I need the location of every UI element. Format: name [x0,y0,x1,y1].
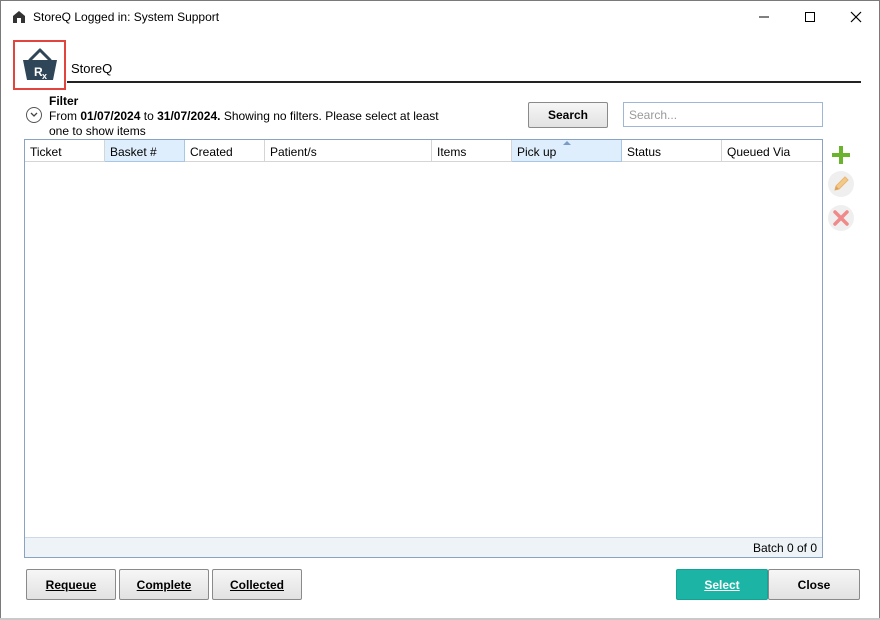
column-header-status[interactable]: Status [622,140,722,162]
svg-text:x: x [42,71,47,81]
filter-prefix: From [49,109,81,123]
column-header-created[interactable]: Created [185,140,265,162]
requeue-button[interactable]: Requeue [26,569,116,600]
sort-ascending-icon [562,141,571,145]
minimize-button[interactable] [741,1,787,33]
minimize-icon [759,16,769,18]
plus-icon [832,146,850,164]
store-icon [13,11,25,23]
prescription-basket-icon: R x [23,48,57,81]
pencil-icon [828,171,854,197]
close-button[interactable]: Close [768,569,860,600]
maximize-button[interactable] [787,1,833,33]
filter-expand-toggle[interactable] [26,107,42,123]
table-header: Ticket Basket # Created Patient/s Items … [25,140,822,163]
column-header-ticket[interactable]: Ticket [25,140,105,162]
close-icon [850,11,862,23]
search-button[interactable]: Search [528,102,608,128]
maximize-icon [805,12,815,22]
table-footer: Batch 0 of 0 [25,537,822,557]
add-button[interactable] [827,141,855,169]
filter-label: Filter [49,94,79,108]
search-input[interactable] [623,102,823,127]
filter-date-to: 31/07/2024. [157,109,221,123]
delete-x-icon [828,205,854,231]
complete-button[interactable]: Complete [119,569,209,600]
column-header-pickup-label: Pick up [517,145,557,159]
column-header-queued-via[interactable]: Queued Via [722,140,822,162]
filter-to-word: to [140,109,158,123]
edit-button[interactable] [827,170,855,198]
close-window-button[interactable] [833,1,879,33]
storeq-window: StoreQ Logged in: System Support R x Sto… [0,0,880,620]
column-header-pickup[interactable]: Pick up [512,140,622,162]
title-bar[interactable]: StoreQ Logged in: System Support [1,1,879,33]
window-title: StoreQ Logged in: System Support [33,10,220,24]
header-divider [67,81,861,83]
select-button[interactable]: Select [676,569,768,600]
storeq-logo-highlight: R x [13,40,66,90]
filter-description: From 01/07/2024 to 31/07/2024. Showing n… [49,109,459,139]
basket-table[interactable]: Ticket Basket # Created Patient/s Items … [24,139,823,558]
delete-button[interactable] [827,204,855,232]
column-header-patients[interactable]: Patient/s [265,140,432,162]
app-title: StoreQ [71,61,113,76]
chevron-down-icon [30,112,38,117]
collected-button[interactable]: Collected [212,569,302,600]
batch-counter: Batch 0 of 0 [752,541,817,555]
column-header-basket[interactable]: Basket # [105,140,185,162]
column-header-items[interactable]: Items [432,140,512,162]
filter-date-from: 01/07/2024 [80,109,141,123]
